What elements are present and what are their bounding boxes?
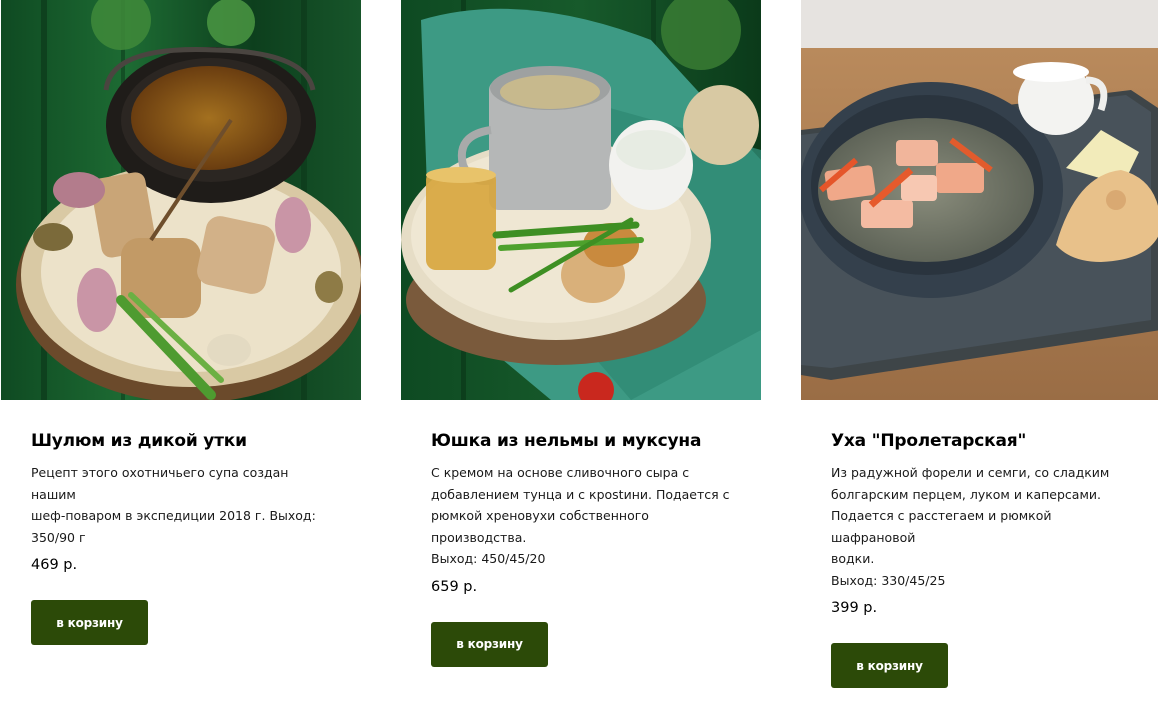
add-to-cart-button[interactable]: в корзину: [31, 600, 148, 645]
add-to-cart-button[interactable]: в корзину: [831, 643, 948, 688]
product-price: 469 р.: [31, 557, 78, 573]
add-to-cart-button[interactable]: в корзину: [431, 621, 548, 667]
product-title[interactable]: Уха "Пролетарская": [831, 430, 1131, 452]
product-card-shulyum: Шулюм из дикой утки Рецепт этого охотнич…: [1, 0, 361, 645]
product-description: Из радужной форели и семги, со сладким б…: [831, 465, 1110, 588]
product-description: Рецепт этого охотничьего супа создан наш…: [31, 465, 316, 545]
product-card-ukha: Уха "Пролетарская" Из радужной форели и …: [801, 0, 1158, 688]
product-image[interactable]: [1, 0, 361, 400]
product-image[interactable]: [401, 0, 761, 400]
product-title[interactable]: Шулюм из дикой утки: [31, 430, 331, 452]
product-price: 399 р.: [831, 600, 878, 616]
product-price: 659 р.: [431, 578, 478, 595]
product-description: С кремом на основе сливочного сыра с доб…: [431, 465, 730, 566]
product-image[interactable]: [801, 0, 1158, 400]
product-title[interactable]: Юшка из нельмы и муксуна: [431, 430, 731, 452]
product-card-yushka: Юшка из нельмы и муксуна С кремом на осн…: [401, 0, 761, 667]
